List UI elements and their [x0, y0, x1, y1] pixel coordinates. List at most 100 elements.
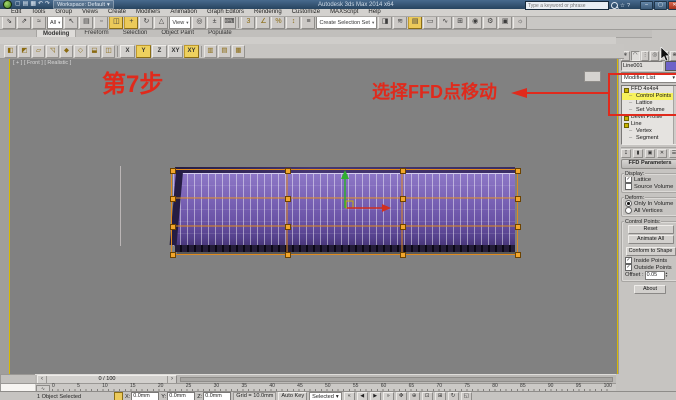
- make-unique-icon[interactable]: ▣: [645, 149, 655, 158]
- ffd-control-point[interactable]: [285, 224, 291, 230]
- selection-lock-icon[interactable]: [114, 392, 123, 400]
- ffd-control-point[interactable]: [515, 196, 521, 202]
- previous-frame-button-icon[interactable]: ◀: [357, 392, 368, 400]
- tab-modify-icon[interactable]: ◠: [631, 51, 640, 61]
- constraint-xy2-button[interactable]: XY: [184, 45, 199, 58]
- outside-points-checkbox[interactable]: [625, 264, 632, 271]
- undo-icon[interactable]: ↶: [38, 1, 43, 8]
- snap-toggle-icon[interactable]: 3: [241, 16, 255, 29]
- about-button[interactable]: About: [634, 285, 666, 294]
- source-volume-checkbox[interactable]: [625, 183, 632, 190]
- offset-spinner[interactable]: ▴▾: [666, 272, 668, 278]
- maximize-button[interactable]: ▢: [654, 1, 667, 10]
- layer-manager-icon[interactable]: ▤: [408, 16, 422, 29]
- modifier-stack-item[interactable]: Control Points: [622, 93, 676, 100]
- pin-stack-icon[interactable]: ↧: [621, 149, 631, 158]
- edit-poly-mode-icon[interactable]: ▱: [32, 45, 45, 58]
- ribbon-tab[interactable]: Selection: [117, 29, 154, 37]
- tab-display-icon[interactable]: ▥: [660, 51, 669, 61]
- ffd-control-point[interactable]: [285, 196, 291, 202]
- new-file-icon[interactable]: ▢: [15, 1, 21, 8]
- align-tool-icon[interactable]: ▦: [232, 45, 245, 58]
- save-file-icon[interactable]: ▦: [30, 1, 36, 8]
- viewport-label[interactable]: [ + ] [ Front ] [ Realistic ]: [13, 60, 71, 66]
- angle-snap-icon[interactable]: ∠: [256, 16, 270, 29]
- x-coordinate-field[interactable]: 0.0mm: [131, 392, 159, 400]
- ignore-backfacing-icon[interactable]: ◆: [60, 45, 73, 58]
- ffd-control-point[interactable]: [400, 168, 406, 174]
- viewport-front[interactable]: [ + ] [ Front ] [ Realistic ]: [9, 58, 618, 376]
- modifier-stack-item[interactable]: Line: [622, 121, 676, 128]
- tweak-icon[interactable]: ◩: [18, 45, 31, 58]
- mirror-icon[interactable]: ◨: [378, 16, 392, 29]
- ffd-control-point[interactable]: [170, 252, 176, 258]
- remove-modifier-icon[interactable]: ✕: [657, 149, 667, 158]
- ffd-control-point[interactable]: [515, 168, 521, 174]
- ffd-control-point[interactable]: [285, 168, 291, 174]
- next-frame-icon[interactable]: ›: [168, 376, 176, 383]
- previous-frame-icon[interactable]: ‹: [38, 376, 46, 383]
- pivot-tool-icon[interactable]: ▥: [204, 45, 217, 58]
- zoom-icon[interactable]: ⊕: [409, 392, 420, 400]
- select-by-name-icon[interactable]: ▤: [79, 16, 93, 29]
- profile-spline[interactable]: [120, 166, 121, 246]
- ribbon-tab[interactable]: Freeform: [78, 29, 114, 37]
- select-and-move-icon[interactable]: +: [124, 16, 138, 29]
- modifier-stack-item[interactable]: Set Volume: [622, 107, 676, 114]
- modifier-stack-item[interactable]: Segment: [622, 135, 676, 142]
- close-button[interactable]: ✕: [668, 1, 676, 10]
- by-angle-icon[interactable]: ◇: [74, 45, 87, 58]
- go-to-start-icon[interactable]: «: [344, 392, 355, 400]
- grow-selection-icon[interactable]: ◫: [102, 45, 115, 58]
- select-object-icon[interactable]: ↖: [64, 16, 78, 29]
- viewport-widget[interactable]: [584, 71, 601, 82]
- app-logo-icon[interactable]: [3, 0, 12, 9]
- schematic-view-icon[interactable]: ⊞: [453, 16, 467, 29]
- menu-item[interactable]: Edit: [6, 9, 26, 16]
- preserve-uvs-icon[interactable]: ◧: [4, 45, 17, 58]
- ribbon-tab[interactable]: Object Paint: [155, 29, 200, 37]
- auto-key-button[interactable]: Auto Key: [278, 392, 307, 400]
- ffd-control-point[interactable]: [400, 224, 406, 230]
- working-pivot-icon[interactable]: ▤: [218, 45, 231, 58]
- constraint-y-button[interactable]: Y: [136, 45, 151, 58]
- ffd-control-point[interactable]: [285, 252, 291, 258]
- orbit-icon[interactable]: ↻: [448, 392, 459, 400]
- lattice-checkbox[interactable]: [625, 176, 632, 183]
- ffd-control-point[interactable]: [515, 252, 521, 258]
- window-crossing-icon[interactable]: ◫: [109, 16, 123, 29]
- go-to-end-icon[interactable]: »: [383, 392, 394, 400]
- modifier-list-dropdown[interactable]: Modifier List ▼: [621, 72, 676, 83]
- zoom-extents-icon[interactable]: ⊡: [422, 392, 433, 400]
- ffd-control-point[interactable]: [170, 224, 176, 230]
- ffd-parameters-rollout-header[interactable]: FFD Parameters: [621, 159, 676, 169]
- ffd-control-point[interactable]: [170, 168, 176, 174]
- object-color-swatch[interactable]: [665, 61, 676, 71]
- use-pivot-center-icon[interactable]: ◎: [192, 16, 206, 29]
- menu-item[interactable]: Customize: [287, 9, 325, 16]
- menu-item[interactable]: Tools: [26, 9, 50, 16]
- all-vertices-radio[interactable]: [625, 207, 632, 214]
- ribbon-tab[interactable]: Modeling: [36, 29, 76, 37]
- offset-field[interactable]: 0.05: [645, 271, 665, 280]
- constraint-x-button[interactable]: X: [120, 45, 135, 58]
- conform-to-shape-button[interactable]: Conform to Shape: [626, 247, 676, 256]
- tab-motion-icon[interactable]: ◎: [650, 51, 659, 61]
- zoom-region-icon[interactable]: ⊞: [435, 392, 446, 400]
- rectangular-selection-region-icon[interactable]: ▫: [94, 16, 108, 29]
- reset-button[interactable]: Reset: [628, 225, 674, 234]
- shrink-selection-icon[interactable]: ⬓: [88, 45, 101, 58]
- infocenter-search-input[interactable]: [525, 1, 609, 10]
- material-editor-icon[interactable]: ◉: [468, 16, 482, 29]
- object-name-field[interactable]: [621, 61, 663, 71]
- only-in-volume-radio[interactable]: [625, 200, 632, 207]
- ffd-control-point[interactable]: [400, 252, 406, 258]
- modifier-stack-item[interactable]: Lattice: [622, 100, 676, 107]
- curve-editor-icon[interactable]: ∿: [438, 16, 452, 29]
- tab-utilities-icon[interactable]: ⋇: [670, 51, 676, 61]
- selection-filter-dropdown[interactable]: All ▾: [47, 16, 63, 29]
- align-icon[interactable]: ≋: [393, 16, 407, 29]
- menu-item[interactable]: Views: [77, 9, 103, 16]
- ribbon-toggle-icon[interactable]: ▭: [423, 16, 437, 29]
- select-and-link-icon[interactable]: ⇘: [2, 16, 16, 29]
